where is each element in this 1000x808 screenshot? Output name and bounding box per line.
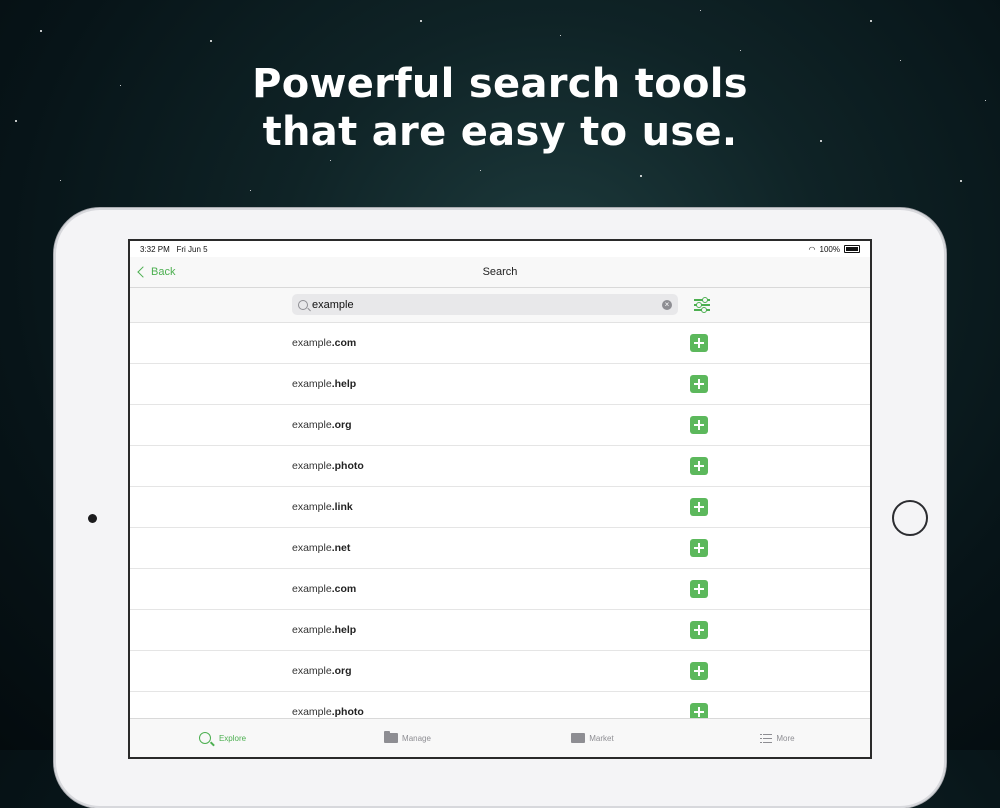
tab-more[interactable]: More <box>685 719 870 753</box>
domain-tld: .org <box>331 665 352 677</box>
add-domain-button[interactable] <box>690 334 708 352</box>
domain-base: example <box>292 460 332 472</box>
add-domain-button[interactable] <box>690 539 708 557</box>
status-right: ◠ 100% <box>809 245 860 254</box>
tab-bar: Explore Manage Market More <box>130 718 870 757</box>
filter-button[interactable] <box>694 297 710 313</box>
domain-tld: .com <box>331 337 357 349</box>
domain-tld: .help <box>331 624 357 636</box>
list-item[interactable]: example.photo <box>130 446 870 487</box>
search-input[interactable] <box>308 298 662 311</box>
list-icon <box>760 733 773 743</box>
domain-base: example <box>292 501 332 513</box>
domain-name: example.org <box>292 419 352 431</box>
domain-name: example.com <box>292 337 356 349</box>
domain-name: example.org <box>292 665 352 677</box>
tab-label: More <box>776 733 795 743</box>
add-domain-button[interactable] <box>690 457 708 475</box>
domain-tld: .link <box>331 501 353 513</box>
domain-base: example <box>292 378 332 390</box>
add-domain-button[interactable] <box>690 621 708 639</box>
tab-manage[interactable]: Manage <box>315 719 500 753</box>
hero-line-1: Powerful search tools <box>252 61 748 107</box>
domain-name: example.net <box>292 542 350 554</box>
home-button[interactable] <box>892 500 928 536</box>
wifi-icon: ◠ <box>808 244 816 254</box>
add-domain-button[interactable] <box>690 662 708 680</box>
add-domain-button[interactable] <box>690 375 708 393</box>
camera-dot <box>88 514 97 523</box>
list-item[interactable]: example.help <box>130 364 870 405</box>
add-domain-button[interactable] <box>690 498 708 516</box>
domain-tld: .net <box>331 542 351 554</box>
results-list: example.com example.help example.org exampl… <box>130 323 870 733</box>
battery-icon <box>844 245 860 253</box>
domain-name: example.help <box>292 378 356 390</box>
list-item[interactable]: example.link <box>130 487 870 528</box>
hero-headline: Powerful search tools that are easy to u… <box>0 60 1000 156</box>
domain-tld: .help <box>331 378 357 390</box>
store-icon <box>571 733 586 743</box>
domain-base: example <box>292 706 332 718</box>
add-domain-button[interactable] <box>690 416 708 434</box>
list-item[interactable]: example.org <box>130 405 870 446</box>
search-field[interactable]: × <box>292 294 678 315</box>
domain-tld: .org <box>331 419 352 431</box>
domain-tld: .com <box>331 583 357 595</box>
domain-name: example.help <box>292 624 356 636</box>
domain-base: example <box>292 624 332 636</box>
domain-base: example <box>292 337 332 349</box>
folder-icon <box>384 731 399 743</box>
domain-name: example.com <box>292 583 356 595</box>
status-time: 3:32 PM <box>140 244 170 254</box>
domain-name: example.photo <box>292 706 364 718</box>
hero-line-2: that are easy to use. <box>262 109 738 155</box>
domain-tld: .photo <box>331 706 364 718</box>
list-item[interactable]: example.com <box>130 323 870 364</box>
list-item[interactable]: example.help <box>130 610 870 651</box>
domain-base: example <box>292 419 332 431</box>
clear-icon[interactable]: × <box>662 299 672 310</box>
tab-label: Market <box>589 733 614 743</box>
list-item[interactable]: example.org <box>130 651 870 692</box>
device-screen: 3:32 PM Fri Jun 5 ◠ 100% Back Search × <box>128 239 872 759</box>
search-icon <box>298 299 308 310</box>
status-bar: 3:32 PM Fri Jun 5 ◠ 100% <box>130 241 870 257</box>
domain-base: example <box>292 542 332 554</box>
domain-base: example <box>292 665 332 677</box>
tab-market[interactable]: Market <box>500 719 685 753</box>
tab-explore[interactable]: Explore <box>130 719 315 753</box>
domain-base: example <box>292 583 332 595</box>
status-date: Fri Jun 5 <box>176 244 208 254</box>
status-left: 3:32 PM Fri Jun 5 <box>140 245 208 254</box>
list-item[interactable]: example.net <box>130 528 870 569</box>
list-item[interactable]: example.com <box>130 569 870 610</box>
tab-label: Manage <box>402 733 431 743</box>
navigation-bar: Back Search <box>130 257 870 288</box>
add-domain-button[interactable] <box>690 580 708 598</box>
domain-tld: .photo <box>331 460 364 472</box>
domain-name: example.link <box>292 501 353 513</box>
tab-label: Explore <box>218 733 247 743</box>
search-icon <box>198 732 211 744</box>
battery-percent: 100% <box>819 244 840 254</box>
page-title: Search <box>482 266 518 278</box>
search-bar-row: × <box>130 288 870 323</box>
domain-name: example.photo <box>292 460 364 472</box>
